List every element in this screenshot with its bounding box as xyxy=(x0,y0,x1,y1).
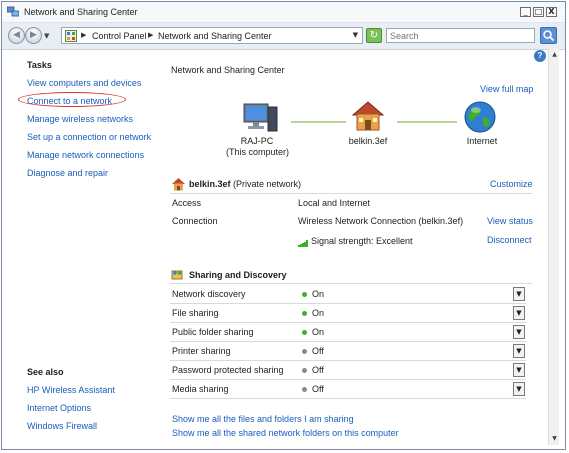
computer-icon xyxy=(243,103,278,132)
back-button[interactable]: ◀ xyxy=(8,27,25,44)
page-title: Network and Sharing Center xyxy=(171,65,285,75)
sharing-row-state: Off xyxy=(312,346,324,356)
vertical-scrollbar[interactable]: ▲ ▼ xyxy=(548,48,559,445)
sharing-row-media: Media sharing Off ▼ xyxy=(170,380,526,399)
breadcrumb-network-center[interactable]: Network and Sharing Center xyxy=(158,31,272,41)
view-status-link[interactable]: View status xyxy=(487,216,533,226)
highlight-annotation-oval xyxy=(18,92,126,107)
connection-label: Connection xyxy=(172,216,218,226)
connection-line xyxy=(397,121,457,123)
sharing-row-label: Password protected sharing xyxy=(172,365,284,375)
task-view-computers[interactable]: View computers and devices xyxy=(27,78,141,88)
expand-button[interactable]: ▼ xyxy=(513,325,525,339)
window-title: Network and Sharing Center xyxy=(24,7,138,17)
breadcrumb-control-panel[interactable]: Control Panel xyxy=(92,31,147,41)
access-label: Access xyxy=(172,198,202,208)
help-icon[interactable]: ? xyxy=(534,50,546,62)
sharing-row-file-sharing: File sharing On ▼ xyxy=(170,304,526,323)
sharing-row-label: Network discovery xyxy=(172,289,246,299)
divider xyxy=(170,193,532,194)
status-on-icon xyxy=(302,292,307,297)
computer-subtitle: (This computer) xyxy=(226,147,290,157)
sharing-row-state: Off xyxy=(312,365,324,375)
sharing-row-label: File sharing xyxy=(172,308,219,318)
sharing-row-network-discovery: Network discovery On ▼ xyxy=(170,285,526,304)
minimize-button[interactable]: _ xyxy=(520,7,531,17)
connection-line xyxy=(291,121,346,123)
network-node-name: belkin.3ef xyxy=(348,136,388,146)
status-on-icon xyxy=(302,311,307,316)
expand-button[interactable]: ▼ xyxy=(513,287,525,301)
see-also-hp-wireless[interactable]: HP Wireless Assistant xyxy=(27,385,115,395)
network-center-icon xyxy=(7,6,19,17)
address-box[interactable]: ▶ Control Panel ▶ Network and Sharing Ce… xyxy=(61,27,363,44)
home-network-icon xyxy=(172,178,185,191)
globe-icon xyxy=(464,101,496,133)
sharing-row-state: On xyxy=(312,327,325,337)
refresh-button[interactable]: ↻ xyxy=(366,28,382,43)
close-button[interactable]: X xyxy=(546,7,557,17)
sharing-row-state: On xyxy=(312,289,325,299)
connection-value: Wireless Network Connection (belkin.3ef) xyxy=(298,216,464,226)
search-button[interactable] xyxy=(540,27,557,44)
sharing-discovery-title: Sharing and Discovery xyxy=(189,270,287,280)
see-also-internet-options[interactable]: Internet Options xyxy=(27,403,91,413)
chevron-right-icon[interactable]: ▶ xyxy=(81,31,86,39)
see-also-windows-firewall[interactable]: Windows Firewall xyxy=(27,421,97,431)
status-off-icon xyxy=(302,349,307,354)
recent-pages-dropdown-icon[interactable]: ▼ xyxy=(44,32,49,40)
sharing-row-label: Printer sharing xyxy=(172,346,231,356)
status-on-icon xyxy=(302,330,307,335)
address-toolbar: ◀ ▶ ▼ ▶ Control Panel ▶ Network and Shar… xyxy=(2,23,565,50)
customize-link[interactable]: Customize xyxy=(490,179,533,189)
home-network-icon xyxy=(351,101,385,131)
scroll-down-icon[interactable]: ▼ xyxy=(550,434,559,443)
expand-button[interactable]: ▼ xyxy=(513,382,525,396)
sharing-row-label: Media sharing xyxy=(172,384,229,394)
show-shared-files-link[interactable]: Show me all the files and folders I am s… xyxy=(172,414,354,424)
status-off-icon xyxy=(302,387,307,392)
task-diagnose-repair[interactable]: Diagnose and repair xyxy=(27,168,108,178)
sharing-row-label: Public folder sharing xyxy=(172,327,254,337)
sharing-icon xyxy=(171,270,183,280)
see-also-header: See also xyxy=(27,367,64,377)
forward-button[interactable]: ▶ xyxy=(25,27,42,44)
tasks-header: Tasks xyxy=(27,60,52,70)
status-off-icon xyxy=(302,368,307,373)
access-value: Local and Internet xyxy=(298,198,371,208)
network-type: (Private network) xyxy=(233,179,302,189)
expand-button[interactable]: ▼ xyxy=(513,306,525,320)
sharing-row-public-folder: Public folder sharing On ▼ xyxy=(170,323,526,342)
expand-button[interactable]: ▼ xyxy=(513,344,525,358)
network-name: belkin.3ef xyxy=(189,179,231,189)
signal-strength-icon xyxy=(298,240,309,247)
search-input[interactable] xyxy=(387,29,533,43)
network-name-label: belkin.3ef (Private network) xyxy=(189,179,301,189)
search-icon xyxy=(543,30,555,42)
title-bar: Network and Sharing Center _ □ X xyxy=(2,2,565,23)
sharing-row-password-protected: Password protected sharing Off ▼ xyxy=(170,361,526,380)
task-setup-connection[interactable]: Set up a connection or network xyxy=(27,132,151,142)
show-shared-folders-link[interactable]: Show me all the shared network folders o… xyxy=(172,428,399,438)
computer-name: RAJ-PC xyxy=(240,136,274,146)
sharing-row-state: On xyxy=(312,308,325,318)
task-manage-connections[interactable]: Manage network connections xyxy=(27,150,144,160)
search-box[interactable] xyxy=(386,28,535,43)
sharing-row-printer: Printer sharing Off ▼ xyxy=(170,342,526,361)
maximize-button[interactable]: □ xyxy=(533,7,544,17)
view-full-map-link[interactable]: View full map xyxy=(480,84,533,94)
chevron-right-icon[interactable]: ▶ xyxy=(148,31,153,39)
scroll-up-icon[interactable]: ▲ xyxy=(550,50,559,59)
signal-strength-text: Signal strength: Excellent xyxy=(311,236,413,246)
control-panel-icon xyxy=(65,30,77,42)
internet-node-name: Internet xyxy=(466,136,498,146)
disconnect-link[interactable]: Disconnect xyxy=(487,235,532,245)
task-manage-wireless[interactable]: Manage wireless networks xyxy=(27,114,133,124)
divider xyxy=(170,283,532,284)
expand-button[interactable]: ▼ xyxy=(513,363,525,377)
sharing-row-state: Off xyxy=(312,384,324,394)
address-dropdown-icon[interactable]: ▼ xyxy=(353,31,358,39)
